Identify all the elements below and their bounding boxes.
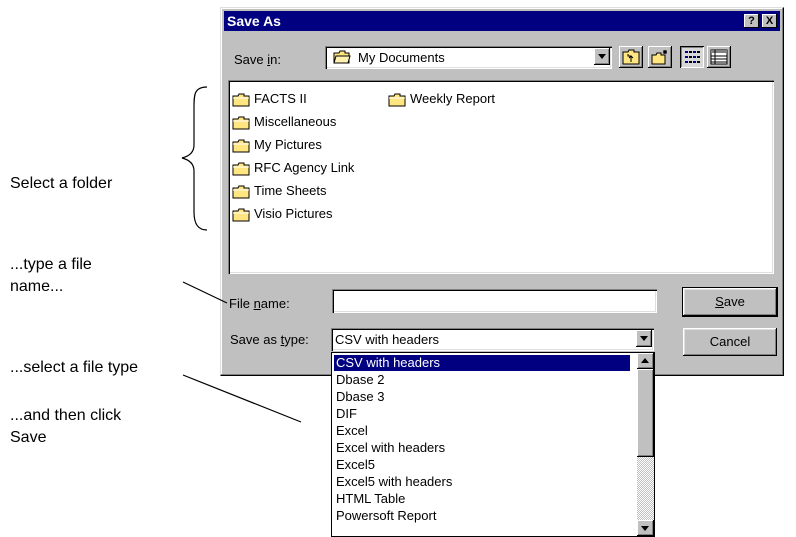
pointer-file-name: [182, 281, 228, 304]
folder-brace: [181, 86, 208, 231]
pointer-file-type: [182, 374, 302, 423]
annotation-overlay: [181, 86, 302, 423]
